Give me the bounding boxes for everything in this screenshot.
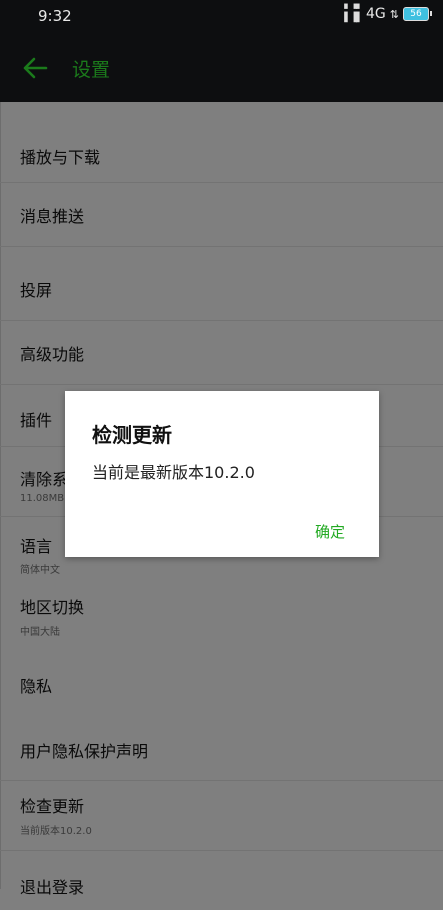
update-dialog: 检测更新 当前是最新版本10.2.0 确定 — [65, 391, 379, 557]
settings-item-subtext: 简体中文 — [20, 565, 60, 576]
settings-item-label: 投屏 — [20, 281, 53, 300]
signal-icon: ▘▝▘ ▌▐▌ — [344, 5, 363, 23]
back-arrow-icon[interactable] — [22, 56, 48, 80]
battery-icon: 56 — [403, 7, 432, 21]
settings-item-label: 清除系 — [20, 470, 69, 489]
page-title: 设置 — [72, 59, 111, 81]
settings-item-label: 播放与下载 — [20, 148, 101, 167]
settings-item-label: 语言 — [20, 537, 53, 556]
settings-item-check-update[interactable]: 检查更新 当前版本10.2.0 — [0, 780, 443, 851]
settings-item-playback-download[interactable]: 播放与下载 — [0, 102, 443, 183]
confirm-button[interactable]: 确定 — [315, 521, 345, 542]
app-bar: 设置 — [0, 34, 443, 102]
settings-item-logout[interactable]: 退出登录 — [0, 850, 443, 910]
data-arrows-icon: ⇅ — [389, 7, 399, 21]
dialog-title: 检测更新 — [92, 423, 172, 447]
settings-item-advanced[interactable]: 高级功能 — [0, 320, 443, 385]
settings-item-label: 隐私 — [20, 677, 53, 696]
settings-item-label: 用户隐私保护声明 — [20, 742, 149, 761]
status-time: 9:32 — [38, 7, 72, 25]
settings-item-region[interactable]: 地区切换 中国大陆 — [0, 582, 443, 646]
settings-item-label: 消息推送 — [20, 207, 85, 226]
settings-item-screen-cast[interactable]: 投屏 — [0, 246, 443, 321]
dialog-message: 当前是最新版本10.2.0 — [92, 463, 255, 482]
settings-item-push-notifications[interactable]: 消息推送 — [0, 182, 443, 247]
status-bar: 9:32 ▘▝▘ ▌▐▌ 4G ⇅ 56 — [0, 0, 443, 34]
settings-item-subtext: 当前版本10.2.0 — [20, 826, 92, 837]
settings-item-label: 检查更新 — [20, 797, 85, 816]
settings-item-subtext: 11.08MB — [20, 493, 65, 504]
settings-item-label: 高级功能 — [20, 345, 85, 364]
settings-item-label: 地区切换 — [20, 598, 85, 617]
settings-item-label: 插件 — [20, 411, 53, 430]
battery-level: 56 — [410, 9, 422, 19]
settings-item-privacy[interactable]: 隐私 — [0, 646, 443, 716]
settings-item-privacy-statement[interactable]: 用户隐私保护声明 — [0, 716, 443, 781]
settings-item-label: 退出登录 — [20, 878, 85, 897]
network-type: 4G — [366, 6, 386, 22]
settings-item-subtext: 中国大陆 — [20, 627, 60, 638]
status-icons: ▘▝▘ ▌▐▌ 4G ⇅ 56 — [344, 5, 432, 23]
